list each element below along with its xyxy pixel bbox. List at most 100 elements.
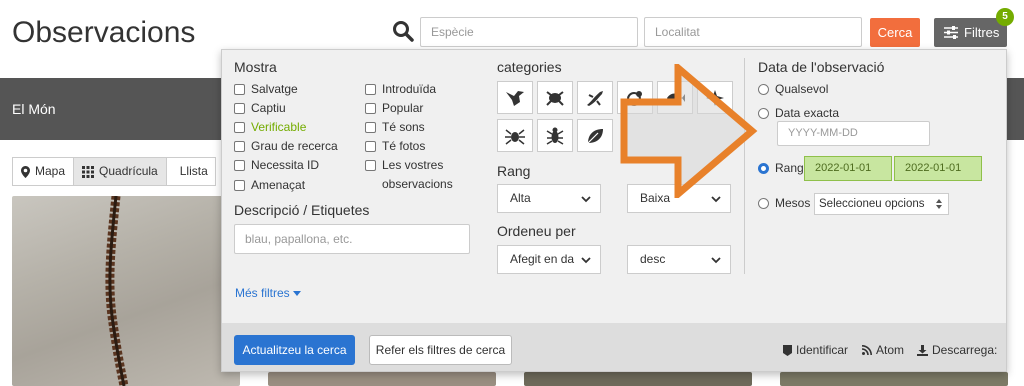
order-dir-value: desc xyxy=(640,252,666,266)
reset-filters-button[interactable]: Refer els filtres de cerca xyxy=(369,335,512,365)
tab-map-label: Mapa xyxy=(35,164,66,178)
checkbox-captive[interactable]: Captiu xyxy=(234,101,286,116)
category-plant[interactable] xyxy=(577,119,613,152)
description-input[interactable]: blau, papallona, etc. xyxy=(234,224,470,254)
annotation-arrow-icon xyxy=(620,64,758,198)
download-link[interactable]: Descarrega: xyxy=(917,343,997,357)
more-filters-link[interactable]: Més filtres xyxy=(235,286,301,300)
checkbox-label: Necessita ID xyxy=(251,158,320,172)
tab-grid[interactable]: Quadrícula xyxy=(73,157,167,186)
category-bird[interactable] xyxy=(497,81,533,114)
atom-label: Atom xyxy=(876,343,905,357)
checkbox-popular[interactable]: Popular xyxy=(365,101,423,116)
chevron-down-icon xyxy=(581,196,591,203)
bird-icon xyxy=(506,90,524,106)
caret-down-icon xyxy=(292,290,301,296)
arachnid-icon xyxy=(505,128,525,145)
checkbox-label: Introduïda xyxy=(382,82,437,96)
checkbox-label: Té sons xyxy=(382,120,425,134)
rank-high-value: Alta xyxy=(510,191,531,205)
observation-photo[interactable] xyxy=(780,372,1008,386)
filters-count-badge: 5 xyxy=(996,8,1014,26)
show-section-title: Mostra xyxy=(234,59,277,75)
checkbox-has-sounds[interactable]: Té sons xyxy=(365,120,425,135)
identify-link[interactable]: Identificar xyxy=(783,343,848,357)
radio-months[interactable]: Mesos xyxy=(758,196,810,210)
caterpillar-image xyxy=(105,196,129,386)
checkbox-needs-id[interactable]: Necessita ID xyxy=(234,158,319,173)
page-title: Observacions xyxy=(12,16,196,49)
place-input[interactable]: Localitat xyxy=(644,17,862,47)
checkbox-threatened[interactable]: Amenaçat xyxy=(234,178,305,193)
view-tabs: Mapa Quadrícula Llista xyxy=(12,157,216,186)
category-amphibian[interactable] xyxy=(537,81,573,114)
atom-link[interactable]: Atom xyxy=(862,343,904,357)
rank-title: Rang xyxy=(497,163,531,179)
filters-panel: Mostra Salvatge Captiu Verificable Grau … xyxy=(221,49,1007,372)
exact-date-input[interactable]: YYYY-MM-DD xyxy=(777,121,930,146)
radio-label: Data exacta xyxy=(775,106,840,120)
checkbox-verifiable[interactable]: Verificable xyxy=(234,120,306,135)
chevron-down-icon xyxy=(711,257,721,264)
updown-icon xyxy=(936,199,942,209)
identify-label: Identificar xyxy=(796,343,849,357)
checkbox-label: Captiu xyxy=(251,101,286,115)
checkbox-label: Popular xyxy=(382,101,424,115)
range-to-input[interactable]: 2022-01-01 xyxy=(894,156,982,181)
category-arachnid[interactable] xyxy=(497,119,533,152)
radio-date-range[interactable]: Rang xyxy=(758,161,804,175)
chevron-down-icon xyxy=(581,257,591,264)
order-by-select[interactable]: Afegit en da xyxy=(497,245,601,274)
checkbox-your-observations[interactable]: Les vostres observacions xyxy=(365,158,465,194)
checkbox-label: Té fotos xyxy=(382,139,426,153)
observation-photo[interactable] xyxy=(524,372,752,386)
badge-icon xyxy=(783,344,792,356)
checkbox-has-photos[interactable]: Té fotos xyxy=(365,139,425,154)
checkbox-label: Amenaçat xyxy=(251,178,306,192)
order-title: Ordeneu per xyxy=(497,223,576,239)
update-search-button[interactable]: Actualitzeu la cerca xyxy=(234,335,355,365)
download-icon xyxy=(917,344,928,356)
amphibian-icon xyxy=(546,90,564,106)
search-icon xyxy=(393,21,414,42)
checkbox-label: Grau de recerca xyxy=(251,139,338,153)
checkbox-introduced[interactable]: Introduïda xyxy=(365,82,436,97)
rank-high-select[interactable]: Alta xyxy=(497,184,601,213)
categories-title: categories xyxy=(497,59,562,75)
months-select-value: Seleccioneu opcions xyxy=(819,198,925,210)
checkbox-wild[interactable]: Salvatge xyxy=(234,82,298,97)
checkbox-label: Salvatge xyxy=(251,82,298,96)
radio-label: Rang xyxy=(775,161,804,175)
months-select[interactable]: Seleccioneu opcions xyxy=(814,193,949,215)
tab-map[interactable]: Mapa xyxy=(12,157,75,186)
leaf-icon xyxy=(587,128,603,143)
place-label[interactable]: El Món xyxy=(12,101,56,117)
tab-grid-label: Quadrícula xyxy=(99,164,158,178)
search-button[interactable]: Cerca xyxy=(870,18,920,47)
insect-icon xyxy=(546,127,564,145)
species-input[interactable]: Espècie xyxy=(420,17,638,47)
checkbox-label: Les vostres observacions xyxy=(382,158,453,191)
radio-any-date[interactable]: Qualsevol xyxy=(758,82,828,96)
category-insect[interactable] xyxy=(537,119,573,152)
checkbox-research-grade[interactable]: Grau de recerca xyxy=(234,139,338,154)
more-filters-label: Més filtres xyxy=(235,286,290,300)
grid-icon xyxy=(82,165,95,178)
observation-photo[interactable] xyxy=(12,196,240,386)
order-dir-select[interactable]: desc xyxy=(627,245,731,274)
radio-label: Mesos xyxy=(775,196,811,210)
radio-label: Qualsevol xyxy=(775,82,829,96)
description-title: Descripció / Etiquetes xyxy=(234,202,370,218)
tab-list[interactable]: Llista xyxy=(165,157,216,186)
reptile-icon xyxy=(587,90,603,106)
filters-label: Filtres xyxy=(964,25,1000,40)
filters-button[interactable]: Filtres xyxy=(934,18,1007,47)
date-title: Data de l'observació xyxy=(758,59,885,75)
range-from-input[interactable]: 2022-01-01 xyxy=(804,156,892,181)
map-marker-icon xyxy=(21,165,30,178)
radio-exact-date[interactable]: Data exacta xyxy=(758,106,839,120)
order-by-value: Afegit en da xyxy=(510,252,575,266)
checkbox-label: Verificable xyxy=(251,120,307,134)
category-reptile[interactable] xyxy=(577,81,613,114)
observation-photo[interactable] xyxy=(268,372,496,386)
